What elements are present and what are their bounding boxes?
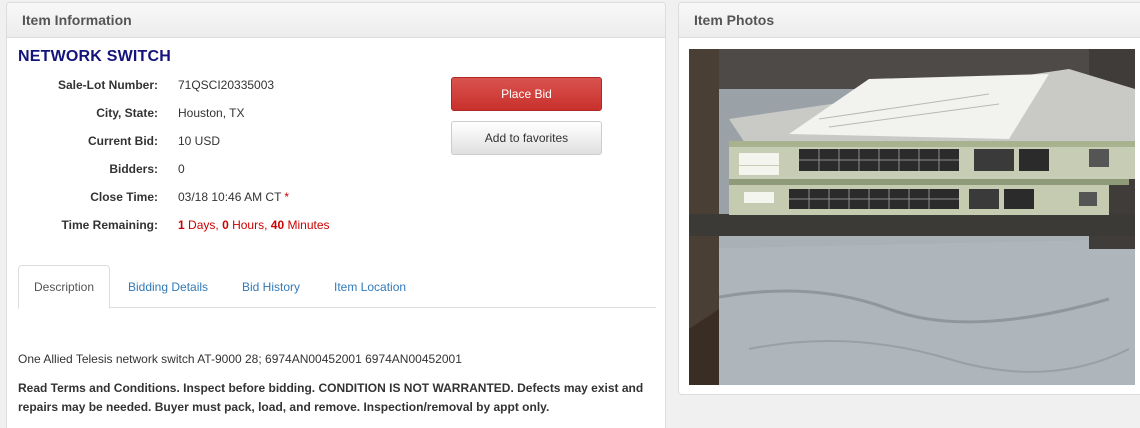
hours-unit: Hours,	[232, 218, 268, 232]
sale-lot-row: Sale-Lot Number: 71QSCI20335003	[18, 75, 274, 95]
city-state-value: Houston, TX	[178, 106, 245, 120]
place-bid-button[interactable]: Place Bid	[451, 77, 602, 111]
bidders-value: 0	[178, 162, 185, 176]
terms-notice: Read Terms and Conditions. Inspect befor…	[18, 381, 644, 414]
bidders-label: Bidders:	[109, 162, 158, 176]
item-tabs: Description Bidding Details Bid History …	[18, 265, 656, 309]
sale-lot-label: Sale-Lot Number:	[57, 78, 158, 92]
hours-count: 0	[222, 218, 229, 232]
tab-bidding-details[interactable]: Bidding Details	[128, 265, 208, 308]
minutes-count: 40	[270, 218, 285, 232]
item-title: NETWORK SWITCH	[18, 48, 172, 65]
time-remaining-row: Time Remaining: 1 Days, 0 Hours, 40 Minu…	[18, 215, 330, 235]
city-state-label: City, State:	[96, 106, 158, 120]
days-count: 1	[178, 218, 185, 232]
item-photo[interactable]	[689, 49, 1135, 385]
tab-item-location[interactable]: Item Location	[334, 265, 406, 308]
item-information-header: Item Information	[7, 3, 665, 38]
bidders-row: Bidders: 0	[18, 159, 185, 179]
close-time-row: Close Time: 03/18 10:46 AM CT *	[18, 187, 289, 207]
city-state-row: City, State: Houston, TX	[18, 103, 244, 123]
item-description: One Allied Telesis network switch AT-900…	[18, 352, 462, 366]
sale-lot-value: 71QSCI20335003	[178, 78, 275, 92]
add-to-favorites-button[interactable]: Add to favorites	[451, 121, 602, 155]
minutes-unit: Minutes	[287, 218, 330, 232]
close-time-value: 03/18 10:46 AM CT	[178, 190, 282, 204]
close-time-label: Close Time:	[90, 190, 158, 204]
time-remaining-label: Time Remaining:	[61, 218, 158, 232]
item-photos-header: Item Photos	[679, 3, 1140, 38]
current-bid-row: Current Bid: 10 USD	[18, 131, 220, 151]
close-time-asterisk: *	[284, 190, 290, 204]
tab-bid-history[interactable]: Bid History	[242, 265, 300, 308]
time-remaining-value: 1 Days, 0 Hours, 40 Minutes	[178, 218, 330, 232]
tab-description[interactable]: Description	[18, 265, 110, 309]
item-photos-panel: Item Photos	[678, 2, 1140, 395]
current-bid-value: 10 USD	[178, 134, 221, 148]
days-unit: Days,	[188, 218, 219, 232]
item-information-panel: Item Information NETWORK SWITCH Sale-Lot…	[6, 2, 666, 428]
current-bid-label: Current Bid:	[88, 134, 158, 148]
